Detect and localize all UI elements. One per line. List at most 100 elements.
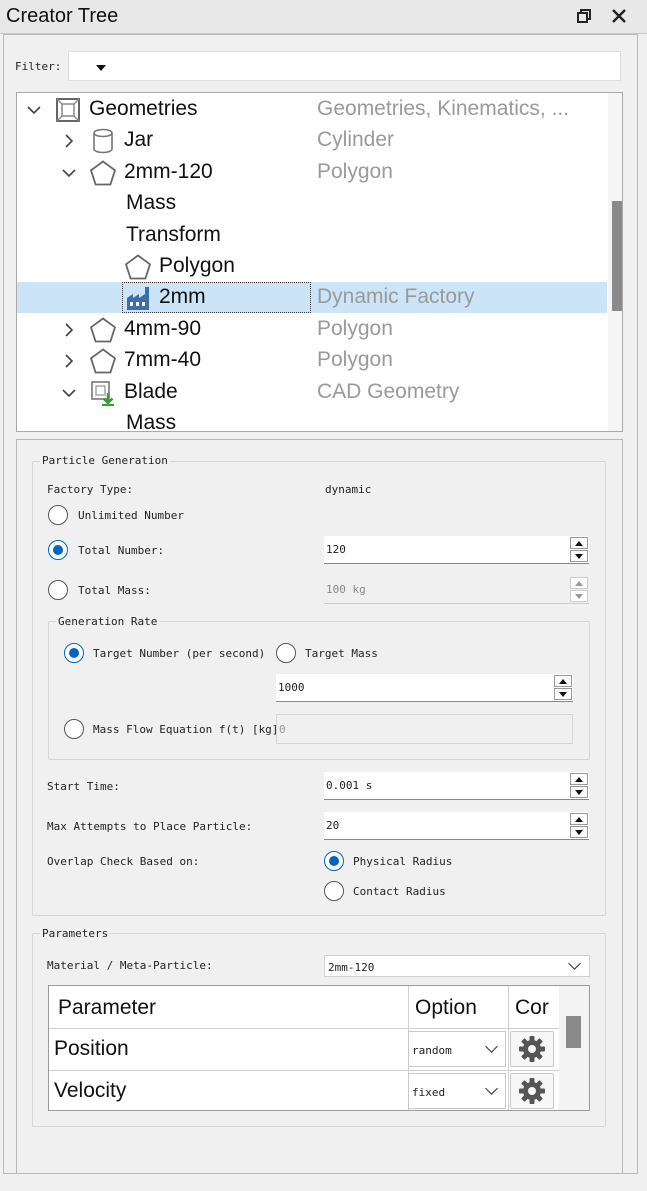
max-attempts-value: 20 — [326, 819, 340, 832]
generation-rate-title: Generation Rate — [56, 615, 160, 628]
pentagon-icon — [89, 316, 117, 344]
velocity-settings-button[interactable] — [510, 1073, 554, 1109]
pentagon-icon — [89, 347, 117, 375]
total-mass-label: Total Mass: — [78, 584, 151, 597]
tree-row-label: Geometries — [89, 97, 198, 120]
position-settings-button[interactable] — [510, 1031, 554, 1067]
tree-row-mass[interactable]: Mass — [17, 408, 607, 431]
mass-flow-value: 0 — [279, 723, 286, 736]
tree-row-2mm[interactable]: 2mm Dynamic Factory — [17, 282, 607, 314]
close-icon — [612, 9, 626, 23]
header-parameter[interactable]: Parameter — [58, 996, 156, 1020]
material-label: Material / Meta-Particle: — [47, 959, 213, 972]
start-time-spinbox[interactable]: 0.001 s — [324, 772, 589, 800]
table-scrollbar[interactable] — [559, 986, 589, 1110]
particle-generation-title: Particle Generation — [40, 454, 170, 467]
tree-row-polygon[interactable]: Polygon — [17, 251, 607, 282]
parameter-table[interactable]: Parameter Option Cor Position random Vel… — [48, 985, 590, 1111]
max-attempts-spinbox[interactable]: 20 — [324, 812, 589, 840]
total-number-radio[interactable] — [48, 540, 68, 560]
chevron-right-icon[interactable] — [61, 322, 77, 338]
tree-row-geometries[interactable]: Geometries Geometries, Kinematics, ... — [17, 94, 607, 125]
total-number-value: 120 — [326, 543, 346, 556]
material-combo[interactable]: 2mm-120 — [324, 955, 590, 977]
restore-window-button[interactable] — [572, 4, 596, 28]
pentagon-icon — [124, 253, 152, 281]
tree-row-transform[interactable]: Transform — [17, 220, 607, 251]
tree-row-7mm-40[interactable]: 7mm-40 Polygon — [17, 345, 607, 376]
tree-row-label: 7mm-40 — [124, 348, 202, 372]
generation-rate-up-icon[interactable] — [554, 675, 572, 687]
tree-row-label: Jar — [124, 128, 154, 152]
contact-radius-radio[interactable] — [324, 881, 344, 901]
start-time-down-icon[interactable] — [570, 786, 588, 798]
row-divider — [49, 1070, 559, 1071]
generation-rate-down-icon[interactable] — [554, 688, 572, 700]
generation-rate-value: 1000 — [278, 681, 305, 694]
chevron-down-icon — [568, 957, 581, 970]
total-number-up-icon[interactable] — [570, 537, 588, 549]
total-mass-up-icon — [570, 577, 588, 589]
chevron-down-icon — [485, 1082, 498, 1095]
mass-flow-label: Mass Flow Equation f(t) [kg] — [93, 723, 279, 736]
chevron-right-icon[interactable] — [61, 133, 77, 149]
tree-row-type: Cylinder — [317, 128, 395, 152]
contact-radius-label: Contact Radius — [353, 885, 446, 898]
total-mass-radio[interactable] — [48, 580, 68, 600]
filter-dropdown-arrow-icon[interactable] — [96, 65, 106, 71]
tree-row-mass[interactable]: Mass — [17, 188, 607, 219]
table-row-parameter: Velocity — [54, 1079, 127, 1102]
chevron-right-icon[interactable] — [61, 353, 77, 369]
factory-type-label: Factory Type: — [47, 483, 134, 496]
tree-row-4mm-90[interactable]: 4mm-90 Polygon — [17, 314, 607, 345]
filter-combo[interactable] — [68, 51, 621, 81]
mass-flow-input: 0 — [276, 714, 573, 744]
tree-row-2mm-120[interactable]: 2mm-120 Polygon — [17, 157, 607, 188]
position-option-value: random — [412, 1044, 452, 1057]
title-bar: Creator Tree — [0, 0, 647, 34]
header-option[interactable]: Option — [415, 996, 477, 1020]
target-number-label: Target Number (per second) — [93, 647, 266, 660]
mass-flow-radio[interactable] — [64, 719, 84, 739]
chevron-down-icon[interactable] — [61, 165, 77, 181]
max-attempts-down-icon[interactable] — [570, 826, 588, 838]
geometries-box-icon — [54, 96, 82, 124]
tree-row-label: 2mm — [159, 285, 206, 309]
overlap-check-label: Overlap Check Based on: — [47, 855, 200, 868]
tree-row-type: CAD Geometry — [317, 379, 460, 403]
velocity-option-value: fixed — [412, 1086, 446, 1099]
material-value: 2mm-120 — [328, 961, 375, 974]
tree-row-label: Mass — [126, 191, 177, 215]
filter-label: Filter: — [15, 60, 62, 73]
tree-scrollbar-thumb[interactable] — [612, 201, 622, 311]
target-mass-radio[interactable] — [276, 643, 296, 663]
creator-tree-view[interactable]: Geometries Geometries, Kinematics, ... Jar… — [16, 92, 623, 432]
total-number-label: Total Number: — [78, 544, 165, 557]
header-cor[interactable]: Cor — [515, 996, 549, 1020]
column-divider — [508, 986, 509, 1110]
physical-radius-label: Physical Radius — [353, 855, 453, 868]
tree-row-blade[interactable]: Blade CAD Geometry — [17, 377, 607, 408]
start-time-up-icon[interactable] — [570, 773, 588, 785]
chevron-down-icon[interactable] — [61, 385, 77, 401]
generation-rate-spinbox[interactable]: 1000 — [276, 674, 573, 702]
tree-row-label: 4mm-90 — [124, 316, 202, 340]
restore-icon — [577, 9, 591, 23]
unlimited-number-radio[interactable] — [48, 505, 68, 525]
close-window-button[interactable] — [607, 4, 631, 28]
position-option-combo[interactable]: random — [408, 1031, 506, 1067]
total-number-down-icon[interactable] — [570, 550, 588, 562]
max-attempts-up-icon[interactable] — [570, 813, 588, 825]
physical-radius-radio[interactable] — [324, 851, 344, 871]
chevron-down-icon[interactable] — [26, 102, 42, 118]
target-number-radio[interactable] — [64, 643, 84, 663]
velocity-option-combo[interactable]: fixed — [408, 1073, 506, 1109]
window-title: Creator Tree — [6, 5, 119, 27]
tree-row-jar[interactable]: Jar Cylinder — [17, 125, 607, 156]
max-attempts-label: Max Attempts to Place Particle: — [47, 820, 253, 833]
cad-import-icon — [89, 379, 117, 407]
table-scrollbar-thumb[interactable] — [566, 1016, 581, 1048]
table-row-parameter: Position — [54, 1037, 129, 1060]
total-number-spinbox[interactable]: 120 — [324, 536, 589, 564]
total-mass-spinbox: 100 kg — [324, 576, 589, 604]
